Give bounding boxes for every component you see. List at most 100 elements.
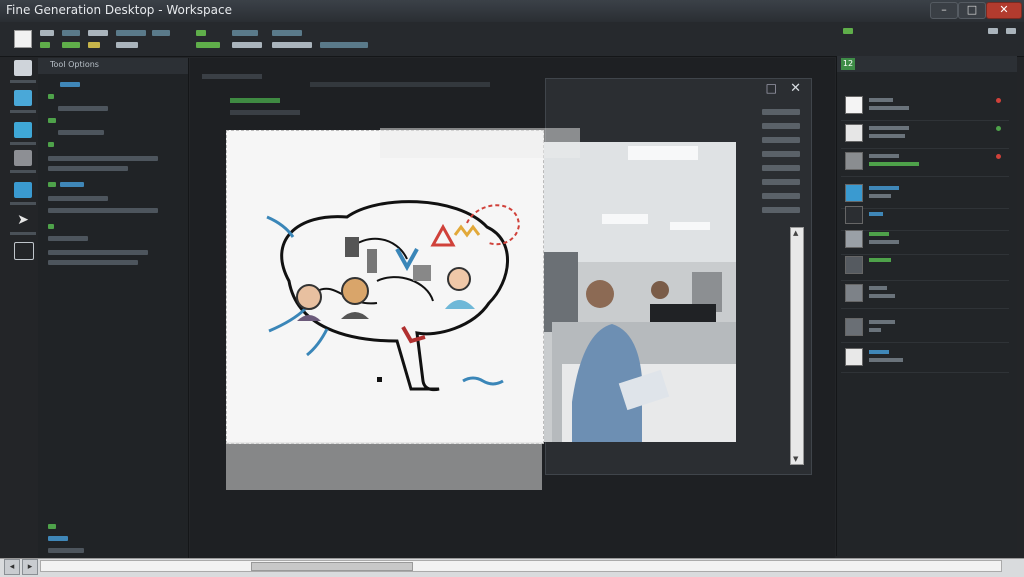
- option-row[interactable]: [48, 524, 56, 529]
- layer-name: [869, 186, 899, 190]
- selection-overlay: [380, 128, 580, 158]
- option-row[interactable]: [48, 156, 158, 161]
- visibility-icon[interactable]: [996, 98, 1001, 103]
- layer-row[interactable]: [841, 226, 1009, 255]
- drawing-canvas[interactable]: [226, 130, 544, 444]
- layers-tab[interactable]: 12: [841, 58, 855, 70]
- toolbar-item[interactable]: [88, 30, 108, 36]
- brush-tool-icon[interactable]: [14, 90, 32, 106]
- brain-illustration: [266, 200, 521, 392]
- option-row[interactable]: [48, 236, 88, 241]
- list-item[interactable]: [762, 207, 800, 213]
- nav-left-icon[interactable]: ◂: [4, 559, 20, 575]
- layer-thumbnail: [845, 348, 863, 366]
- list-item[interactable]: [762, 151, 800, 157]
- toolbar-item[interactable]: [62, 42, 80, 48]
- list-item[interactable]: [762, 193, 800, 199]
- layer-name: [869, 232, 889, 236]
- layer-row[interactable]: [841, 344, 1009, 373]
- layer-row[interactable]: [841, 280, 1009, 309]
- list-item[interactable]: [762, 109, 800, 115]
- layer-row[interactable]: [841, 120, 1009, 149]
- option-row[interactable]: [48, 250, 148, 255]
- option-row[interactable]: [48, 118, 56, 123]
- option-row[interactable]: [60, 82, 80, 87]
- layer-info: [869, 106, 909, 110]
- toolbar-item[interactable]: [232, 42, 262, 48]
- maximize-icon[interactable]: □: [766, 81, 777, 95]
- visibility-icon[interactable]: [996, 154, 1001, 159]
- layer-row[interactable]: [841, 92, 1009, 121]
- layer-info: [869, 134, 905, 138]
- toolbar-item[interactable]: [272, 30, 302, 36]
- nav-right-icon[interactable]: ▸: [22, 559, 38, 575]
- pen-tool-icon[interactable]: [14, 122, 32, 138]
- dialog-scrollbar[interactable]: ▲ ▼: [790, 227, 804, 465]
- layer-thumbnail: [845, 96, 863, 114]
- scroll-down-icon[interactable]: ▼: [793, 455, 798, 463]
- list-item[interactable]: [762, 137, 800, 143]
- scrollbar-thumb[interactable]: [251, 562, 413, 571]
- toolbar-item[interactable]: [40, 30, 54, 36]
- tool-rail: ➤: [6, 56, 38, 266]
- option-row[interactable]: [58, 130, 104, 135]
- maximize-button[interactable]: □: [958, 2, 986, 19]
- fill-tool-icon[interactable]: [14, 182, 32, 198]
- toolbar-item[interactable]: [196, 30, 206, 36]
- layer-row[interactable]: [841, 148, 1009, 177]
- layer-row[interactable]: [841, 314, 1009, 343]
- list-item[interactable]: [762, 165, 800, 171]
- list-item[interactable]: [762, 179, 800, 185]
- option-row[interactable]: [60, 182, 84, 187]
- workspace-guide: [310, 82, 490, 87]
- workspace-guide: [230, 110, 300, 115]
- option-row[interactable]: [48, 182, 56, 187]
- shape-tool-icon[interactable]: [14, 242, 34, 260]
- toolbar-item[interactable]: [320, 42, 368, 48]
- layer-info: [869, 194, 891, 198]
- title-bar: Fine Generation Desktop - Workspace – □ …: [0, 0, 1024, 23]
- toolbar-item[interactable]: [40, 42, 50, 48]
- list-item[interactable]: [762, 123, 800, 129]
- option-row[interactable]: [48, 142, 54, 147]
- toolbar-item[interactable]: [62, 30, 80, 36]
- toolbar-item[interactable]: [988, 28, 998, 34]
- visibility-icon[interactable]: [996, 126, 1001, 131]
- scroll-up-icon[interactable]: ▲: [793, 229, 798, 237]
- color-swatch[interactable]: [14, 30, 32, 48]
- option-row[interactable]: [48, 260, 138, 265]
- panel-header: Tool Options: [38, 58, 188, 74]
- toolbar-item[interactable]: [152, 30, 170, 36]
- move-tool-icon[interactable]: [14, 60, 32, 76]
- option-row[interactable]: [48, 224, 54, 229]
- toolbar-item[interactable]: [1006, 28, 1016, 34]
- toolbar-item[interactable]: [232, 30, 258, 36]
- horizontal-scrollbar[interactable]: [40, 560, 1002, 572]
- toolbar-item[interactable]: [88, 42, 100, 48]
- toolbar-item[interactable]: [116, 30, 146, 36]
- office-photo[interactable]: [542, 142, 736, 442]
- toolbar-item[interactable]: [843, 28, 853, 34]
- layer-name: [869, 286, 887, 290]
- layer-name: [869, 212, 883, 216]
- option-row[interactable]: [48, 548, 84, 553]
- layer-thumbnail: [845, 184, 863, 202]
- toolbar-item[interactable]: [272, 42, 312, 48]
- option-row[interactable]: [48, 94, 54, 99]
- toolbar-item[interactable]: [116, 42, 138, 48]
- layer-row[interactable]: [841, 252, 1009, 281]
- layer-info: [869, 240, 899, 244]
- layer-thumbnail: [845, 124, 863, 142]
- office-photo-art: [542, 142, 736, 442]
- option-row[interactable]: [48, 166, 128, 171]
- option-row[interactable]: [48, 536, 68, 541]
- close-button[interactable]: ✕: [986, 2, 1022, 19]
- option-row[interactable]: [48, 196, 108, 201]
- toolbar-item[interactable]: [196, 42, 220, 48]
- eraser-tool-icon[interactable]: [14, 150, 32, 166]
- minimize-button[interactable]: –: [930, 2, 958, 19]
- select-tool-icon[interactable]: ➤: [14, 212, 32, 228]
- option-row[interactable]: [48, 208, 158, 213]
- close-icon[interactable]: ✕: [790, 81, 801, 96]
- option-row[interactable]: [58, 106, 108, 111]
